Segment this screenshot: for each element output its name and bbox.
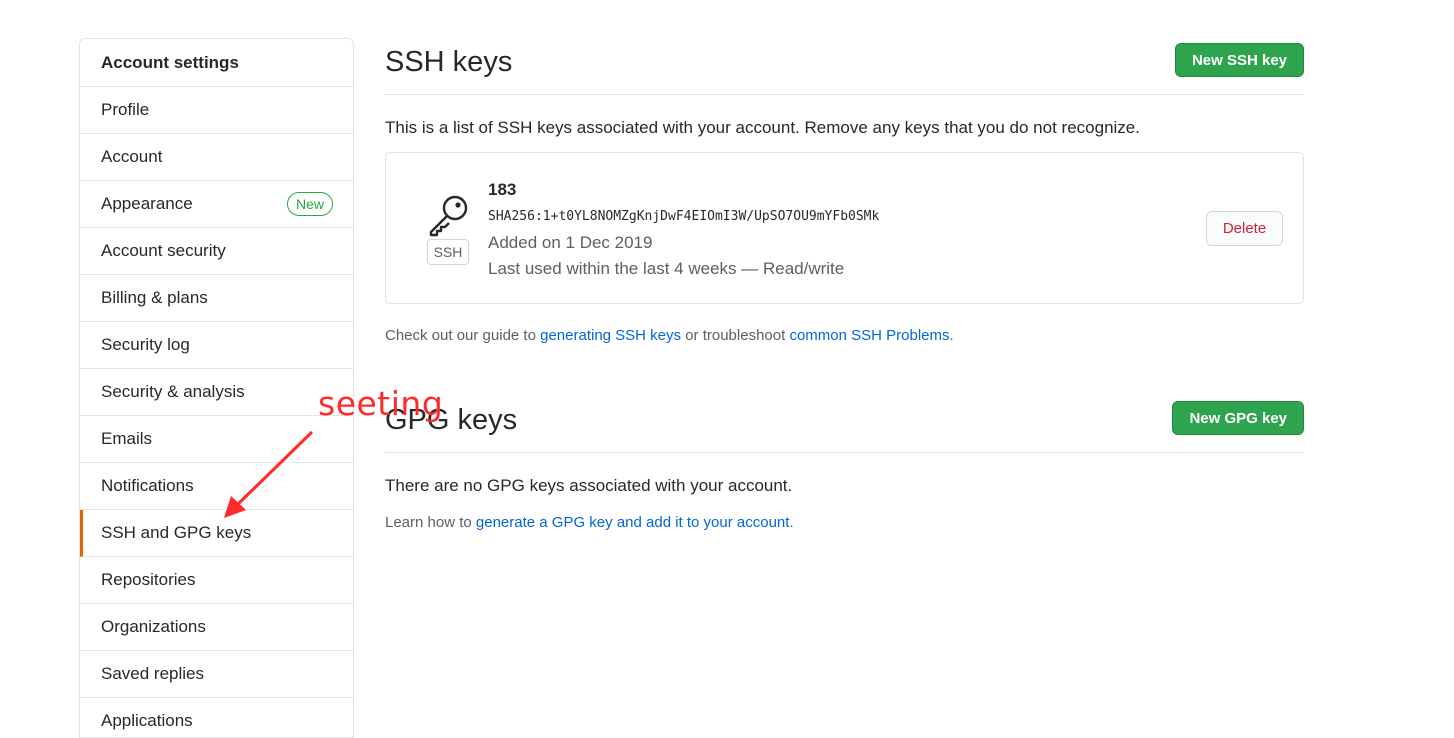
sidebar-item-applications[interactable]: Applications — [80, 698, 353, 737]
ssh-key-title: 183 — [488, 180, 517, 199]
gpg-learn-suffix: . — [789, 514, 794, 531]
sidebar-item-label: Billing & plans — [101, 288, 208, 307]
sidebar-item-emails[interactable]: Emails — [80, 416, 353, 463]
gpg-learn-text: Learn how to generate a GPG key and add … — [385, 514, 794, 531]
sidebar-item-label: Saved replies — [101, 664, 205, 683]
settings-sidebar: Account settings Profile Account Appeara… — [79, 38, 354, 738]
sidebar-item-label: Security log — [101, 335, 190, 354]
sidebar-item-ssh-gpg-keys[interactable]: SSH and GPG keys — [80, 510, 353, 557]
sidebar-item-repositories[interactable]: Repositories — [80, 557, 353, 604]
sidebar-item-label: Applications — [101, 711, 193, 730]
sidebar-item-label: Repositories — [101, 570, 196, 589]
sidebar-item-security-log[interactable]: Security log — [80, 322, 353, 369]
generate-gpg-key-link[interactable]: generate a GPG key and add it to your ac… — [476, 514, 790, 531]
ssh-section-header: SSH keys New SSH key — [385, 38, 1304, 95]
gpg-empty-message: There are no GPG keys associated with yo… — [385, 476, 793, 495]
sidebar-item-security-analysis[interactable]: Security & analysis — [80, 369, 353, 416]
sidebar-item-profile[interactable]: Profile — [80, 87, 353, 134]
gpg-learn-prefix: Learn how to — [385, 514, 476, 531]
ssh-key-last-used: Last used within the last 4 weeks — Read… — [488, 259, 845, 278]
sidebar-item-label: Security & analysis — [101, 382, 245, 401]
ssh-section-title: SSH keys — [385, 46, 513, 78]
sidebar-item-appearance[interactable]: Appearance New — [80, 181, 353, 228]
sidebar-item-label: Organizations — [101, 617, 206, 636]
ssh-guide-suffix: . — [949, 327, 954, 344]
new-gpg-key-button[interactable]: New GPG key — [1172, 401, 1304, 435]
ssh-guide-prefix: Check out our guide to — [385, 327, 541, 344]
gpg-section-header: GPG keys New GPG key — [385, 396, 1304, 453]
ssh-type-label: SSH — [427, 239, 469, 265]
sidebar-item-notifications[interactable]: Notifications — [80, 463, 353, 510]
sidebar-item-label: Account security — [101, 241, 226, 260]
ssh-guide-middle: or troubleshoot — [681, 327, 790, 344]
sidebar-item-account-security[interactable]: Account security — [80, 228, 353, 275]
sidebar-item-label: Appearance — [101, 194, 193, 213]
sidebar-item-billing[interactable]: Billing & plans — [80, 275, 353, 322]
annotation-label: seeting — [318, 384, 444, 423]
sidebar-item-label: SSH and GPG keys — [101, 523, 252, 542]
new-ssh-key-button[interactable]: New SSH key — [1174, 43, 1304, 77]
ssh-guide-text: Check out our guide to generating SSH ke… — [385, 327, 954, 344]
sidebar-item-organizations[interactable]: Organizations — [80, 604, 353, 651]
sidebar-item-saved-replies[interactable]: Saved replies — [80, 651, 353, 698]
ssh-key-added-date: Added on 1 Dec 2019 — [488, 233, 653, 252]
sidebar-item-account[interactable]: Account — [80, 134, 353, 181]
sidebar-item-label: Notifications — [101, 476, 194, 495]
sidebar-item-label: Profile — [101, 100, 150, 119]
ssh-description: This is a list of SSH keys associated wi… — [385, 118, 1140, 137]
ssh-key-item: SSH 183 SHA256:1+t0YL8NOMZgKnjDwF4EIOmI3… — [385, 152, 1304, 304]
delete-ssh-key-button[interactable]: Delete — [1206, 211, 1283, 246]
key-icon — [429, 195, 468, 237]
sidebar-item-label: Emails — [101, 429, 153, 448]
top-crumb-fragment — [190, 0, 200, 2]
common-ssh-problems-link[interactable]: common SSH Problems — [789, 327, 949, 344]
generating-ssh-keys-link[interactable]: generating SSH keys — [540, 327, 681, 344]
sidebar-item-label: Account — [101, 147, 163, 166]
sidebar-header: Account settings — [80, 39, 353, 87]
new-badge: New — [286, 192, 333, 216]
ssh-key-fingerprint: SHA256:1+t0YL8NOMZgKnjDwF4EIOmI3W/UpSO7O… — [488, 209, 880, 224]
